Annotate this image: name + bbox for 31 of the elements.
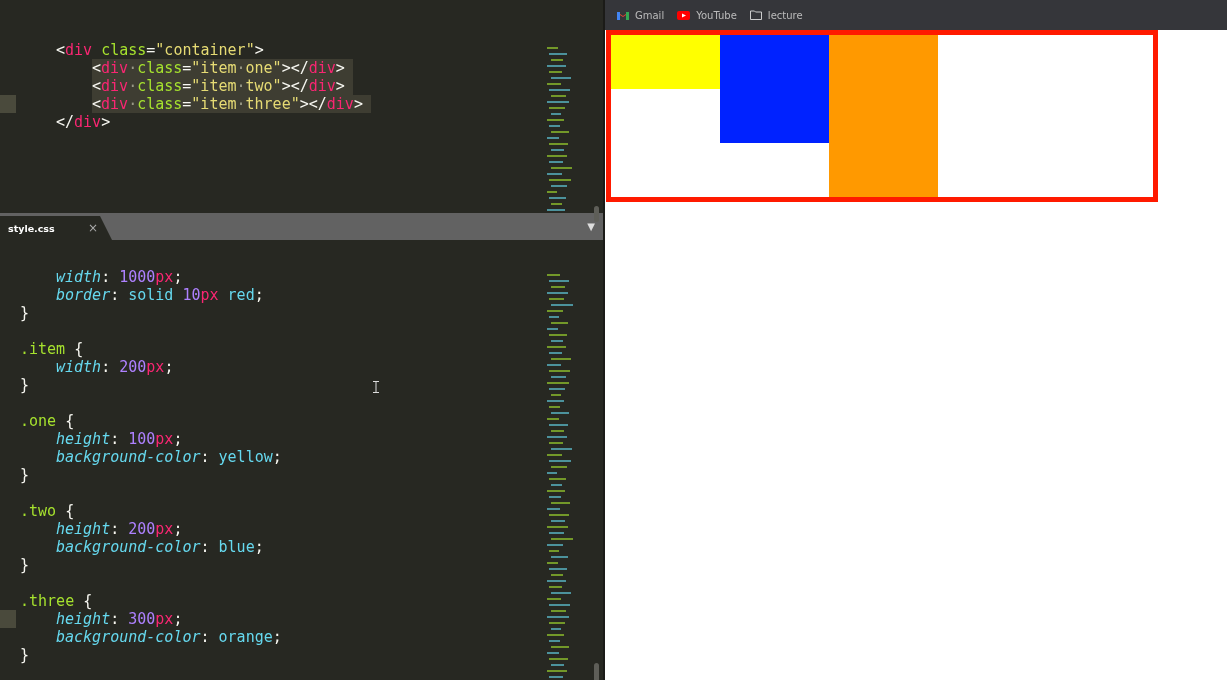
- code-line: }: [20, 376, 30, 394]
- play-button-icon: [677, 10, 691, 20]
- code-line: }: [20, 466, 30, 484]
- code-line: </div>: [56, 113, 111, 131]
- code-line: background-color: yellow;: [56, 448, 282, 466]
- gmail-icon: [617, 10, 629, 20]
- code-line: .item {: [20, 340, 84, 358]
- code-line: height: 300px;: [56, 610, 183, 628]
- code-line: background-color: orange;: [56, 628, 282, 646]
- code-line: }: [20, 304, 30, 322]
- bookmark-link[interactable]: Gmail: [617, 9, 665, 21]
- code-line: border: solid 10px red;: [56, 286, 264, 304]
- scrollbar-thumb[interactable]: [594, 206, 599, 222]
- code-line: height: 200px;: [56, 520, 183, 538]
- code-line: .two {: [20, 502, 75, 520]
- code-line: width: 200px;: [56, 358, 174, 376]
- bookmark-link[interactable]: YouTube: [677, 9, 737, 21]
- code-line: width: 1000px;: [56, 268, 183, 286]
- code-line: }: [20, 646, 30, 664]
- close-button[interactable]: ×: [87, 221, 98, 235]
- file-tab[interactable]: style.css ×: [0, 216, 112, 240]
- code-line: height: 100px;: [56, 430, 183, 448]
- text-cursor-icon: [373, 381, 379, 395]
- code-line: .one {: [20, 412, 75, 430]
- bookmark-link[interactable]: lecture: [749, 9, 803, 21]
- code-line: background-color: blue;: [56, 538, 264, 556]
- tab-menu-button[interactable]: ▼: [587, 221, 595, 232]
- code-line: .three {: [20, 592, 93, 610]
- code-line: <div class="container">: [56, 41, 264, 59]
- code-line: }: [20, 556, 30, 574]
- folder-icon: [749, 10, 762, 20]
